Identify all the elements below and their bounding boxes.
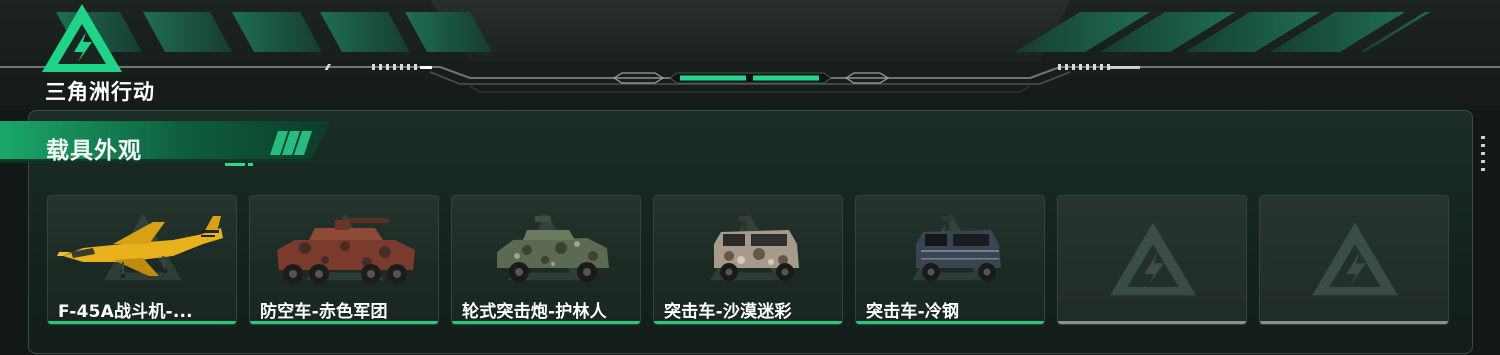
fighter-jet-icon: [57, 216, 223, 279]
vehicle-name: F-45A战斗机-...: [58, 302, 193, 322]
game-logo: 三角洲行动: [40, 2, 190, 104]
selected-underline: [856, 321, 1044, 324]
section-header: 载具外观: [0, 121, 340, 173]
anti-air-vehicle-icon: [277, 218, 415, 284]
empty-underline: [1260, 321, 1448, 324]
assault-vehicle-icon: [714, 216, 799, 281]
selected-underline: [452, 321, 640, 324]
selected-underline: [48, 321, 236, 324]
header-decoration: [0, 0, 1500, 110]
section-title: 载具外观: [46, 138, 142, 164]
empty-slot-card[interactable]: [1057, 195, 1247, 325]
top-header: 三角洲行动: [0, 0, 1500, 110]
logo-text: 三角洲行动: [45, 80, 155, 104]
vehicle-name: 防空车-赤色军团: [260, 302, 388, 322]
vehicle-card-wheeled-assault-gun[interactable]: 轮式突击炮-护林人: [451, 195, 641, 325]
empty-slot-card[interactable]: [1259, 195, 1449, 325]
selected-underline: [654, 321, 842, 324]
vehicle-card-assault-cold-steel[interactable]: 突击车-冷钢: [855, 195, 1045, 325]
watermark-logo-icon: [1312, 222, 1398, 296]
wheeled-assault-gun-icon: [497, 214, 609, 282]
vehicle-skin-list: F-45A战斗机-... 防空车-赤色军团 轮式突击炮-护林人 突击车-沙漠迷彩…: [47, 195, 1452, 325]
scroll-indicator[interactable]: [1481, 136, 1485, 180]
vehicle-name: 突击车-沙漠迷彩: [664, 302, 792, 322]
vehicle-card-assault-desert[interactable]: 突击车-沙漠迷彩: [653, 195, 843, 325]
vehicle-card-anti-air[interactable]: 防空车-赤色军团: [249, 195, 439, 325]
vehicle-card-fighter-jet[interactable]: F-45A战斗机-...: [47, 195, 237, 325]
watermark-logo-icon: [1110, 222, 1196, 296]
vehicle-name: 轮式突击炮-护林人: [462, 302, 607, 322]
assault-vehicle-icon: [916, 216, 1001, 281]
selected-underline: [250, 321, 438, 324]
empty-underline: [1058, 321, 1246, 324]
vehicle-name: 突击车-冷钢: [866, 302, 960, 322]
delta-triangle-icon: [42, 4, 122, 72]
